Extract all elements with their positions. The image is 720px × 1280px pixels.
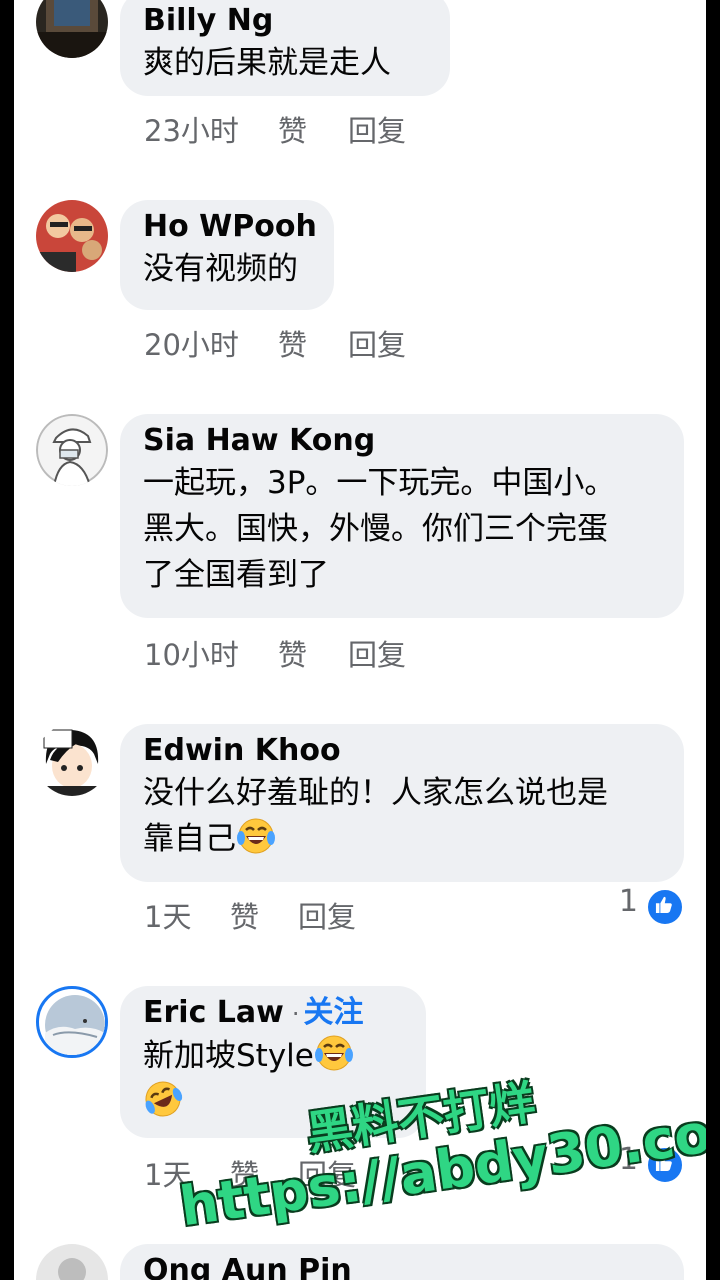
- commenter-name[interactable]: Billy Ng: [143, 2, 428, 40]
- reply-button[interactable]: 回复: [348, 108, 406, 150]
- reaction-summary[interactable]: 1: [594, 884, 684, 926]
- follow-button[interactable]: 关注: [304, 995, 364, 1030]
- like-button[interactable]: 赞: [278, 322, 307, 364]
- commenter-name-row: Eric Law · 关注: [143, 994, 404, 1033]
- avatar[interactable]: [36, 414, 108, 486]
- avatar[interactable]: [36, 0, 108, 58]
- avatar[interactable]: [36, 1244, 108, 1280]
- laughing-tears-emoji: [314, 1035, 353, 1071]
- avatar[interactable]: [36, 724, 108, 796]
- reply-button[interactable]: 回复: [348, 632, 406, 674]
- comment-bubble: Ong Aun Pin: [120, 1244, 684, 1280]
- commenter-name[interactable]: Sia Haw Kong: [143, 422, 662, 460]
- comments-page: Billy Ng 爽的后果就是走人 23小时 赞 回复 Ho WPooh 没有视…: [14, 0, 706, 1280]
- comment-text: 没有视频的: [143, 251, 298, 287]
- reply-button[interactable]: 回复: [348, 322, 406, 364]
- comment-text: 没什么好羞耻的！人家怎么说也是 靠自己: [143, 770, 662, 862]
- rolling-laughing-emoji: [145, 1081, 183, 1117]
- comment-bubble: Billy Ng 爽的后果就是走人: [120, 0, 450, 96]
- comment-text-body: 新加坡Style: [143, 1038, 314, 1074]
- thumbs-up-icon: [646, 888, 684, 926]
- avatar[interactable]: [36, 200, 108, 272]
- like-button[interactable]: 赞: [278, 632, 307, 674]
- comment-text: 爽的后果就是走人: [143, 45, 391, 81]
- comment-bubble: Ho WPooh 没有视频的: [120, 200, 334, 310]
- comment-bubble: Edwin Khoo 没什么好羞耻的！人家怎么说也是 靠自己: [120, 724, 684, 882]
- commenter-name[interactable]: Ho WPooh: [143, 208, 317, 246]
- comment-text: 一起玩，3P。一下玩完。中国小。 黑大。国快，外慢。你们三个完蛋 了全国看到了: [143, 465, 616, 593]
- comment-time: 23小时: [144, 114, 239, 148]
- comment-time: 1天: [144, 900, 192, 934]
- commenter-name[interactable]: Edwin Khoo: [143, 732, 662, 770]
- like-button[interactable]: 赞: [230, 894, 259, 936]
- comment-bubble: Sia Haw Kong 一起玩，3P。一下玩完。中国小。 黑大。国快，外慢。你…: [120, 414, 684, 618]
- laughing-tears-emoji: [237, 818, 275, 854]
- commenter-name[interactable]: Eric Law: [143, 995, 284, 1030]
- reply-button[interactable]: 回复: [298, 894, 356, 936]
- separator-dot: ·: [291, 1000, 300, 1028]
- comment-time: 10小时: [144, 638, 239, 672]
- comment-text-body: 没什么好羞耻的！人家怎么说也是 靠自己: [143, 775, 608, 857]
- reaction-count: 1: [618, 884, 638, 919]
- avatar[interactable]: [36, 986, 108, 1058]
- commenter-name[interactable]: Ong Aun Pin: [143, 1252, 662, 1280]
- like-button[interactable]: 赞: [278, 108, 307, 150]
- comment-time: 20小时: [144, 328, 239, 362]
